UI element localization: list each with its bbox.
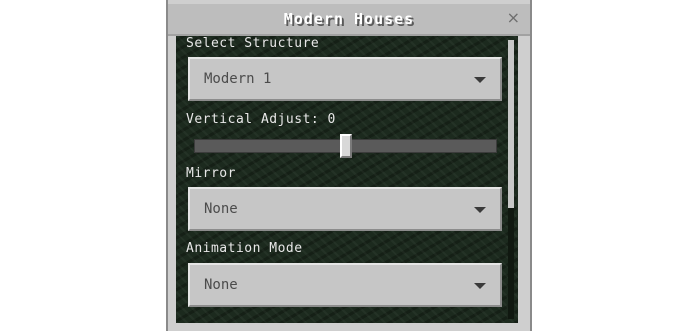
animation-mode-dropdown[interactable]: None (188, 263, 502, 307)
chevron-down-icon (474, 77, 486, 83)
modern-houses-dialog: Modern Houses × Select Structure Modern … (166, 0, 532, 331)
animation-mode-label: Animation Mode (186, 241, 303, 256)
dialog-title: Modern Houses (283, 10, 415, 28)
select-structure-label: Select Structure (186, 36, 320, 51)
chevron-down-icon (474, 207, 486, 213)
mirror-label: Mirror (186, 166, 236, 181)
animation-mode-value: None (204, 277, 238, 293)
scrollbar[interactable] (508, 40, 514, 319)
vertical-adjust-label: Vertical Adjust: 0 (186, 112, 336, 127)
scrollbar-thumb[interactable] (508, 40, 514, 208)
chevron-down-icon (474, 283, 486, 289)
vertical-adjust-slider[interactable] (194, 134, 497, 158)
select-structure-dropdown[interactable]: Modern 1 (188, 57, 502, 101)
select-structure-value: Modern 1 (204, 71, 272, 87)
mirror-dropdown[interactable]: None (188, 187, 502, 231)
mirror-value: None (204, 201, 238, 217)
slider-thumb[interactable] (340, 134, 352, 158)
dialog-titlebar: Modern Houses × (168, 4, 530, 36)
close-icon[interactable]: × (507, 8, 520, 27)
form-content: Select Structure Modern 1 Vertical Adjus… (176, 36, 518, 323)
